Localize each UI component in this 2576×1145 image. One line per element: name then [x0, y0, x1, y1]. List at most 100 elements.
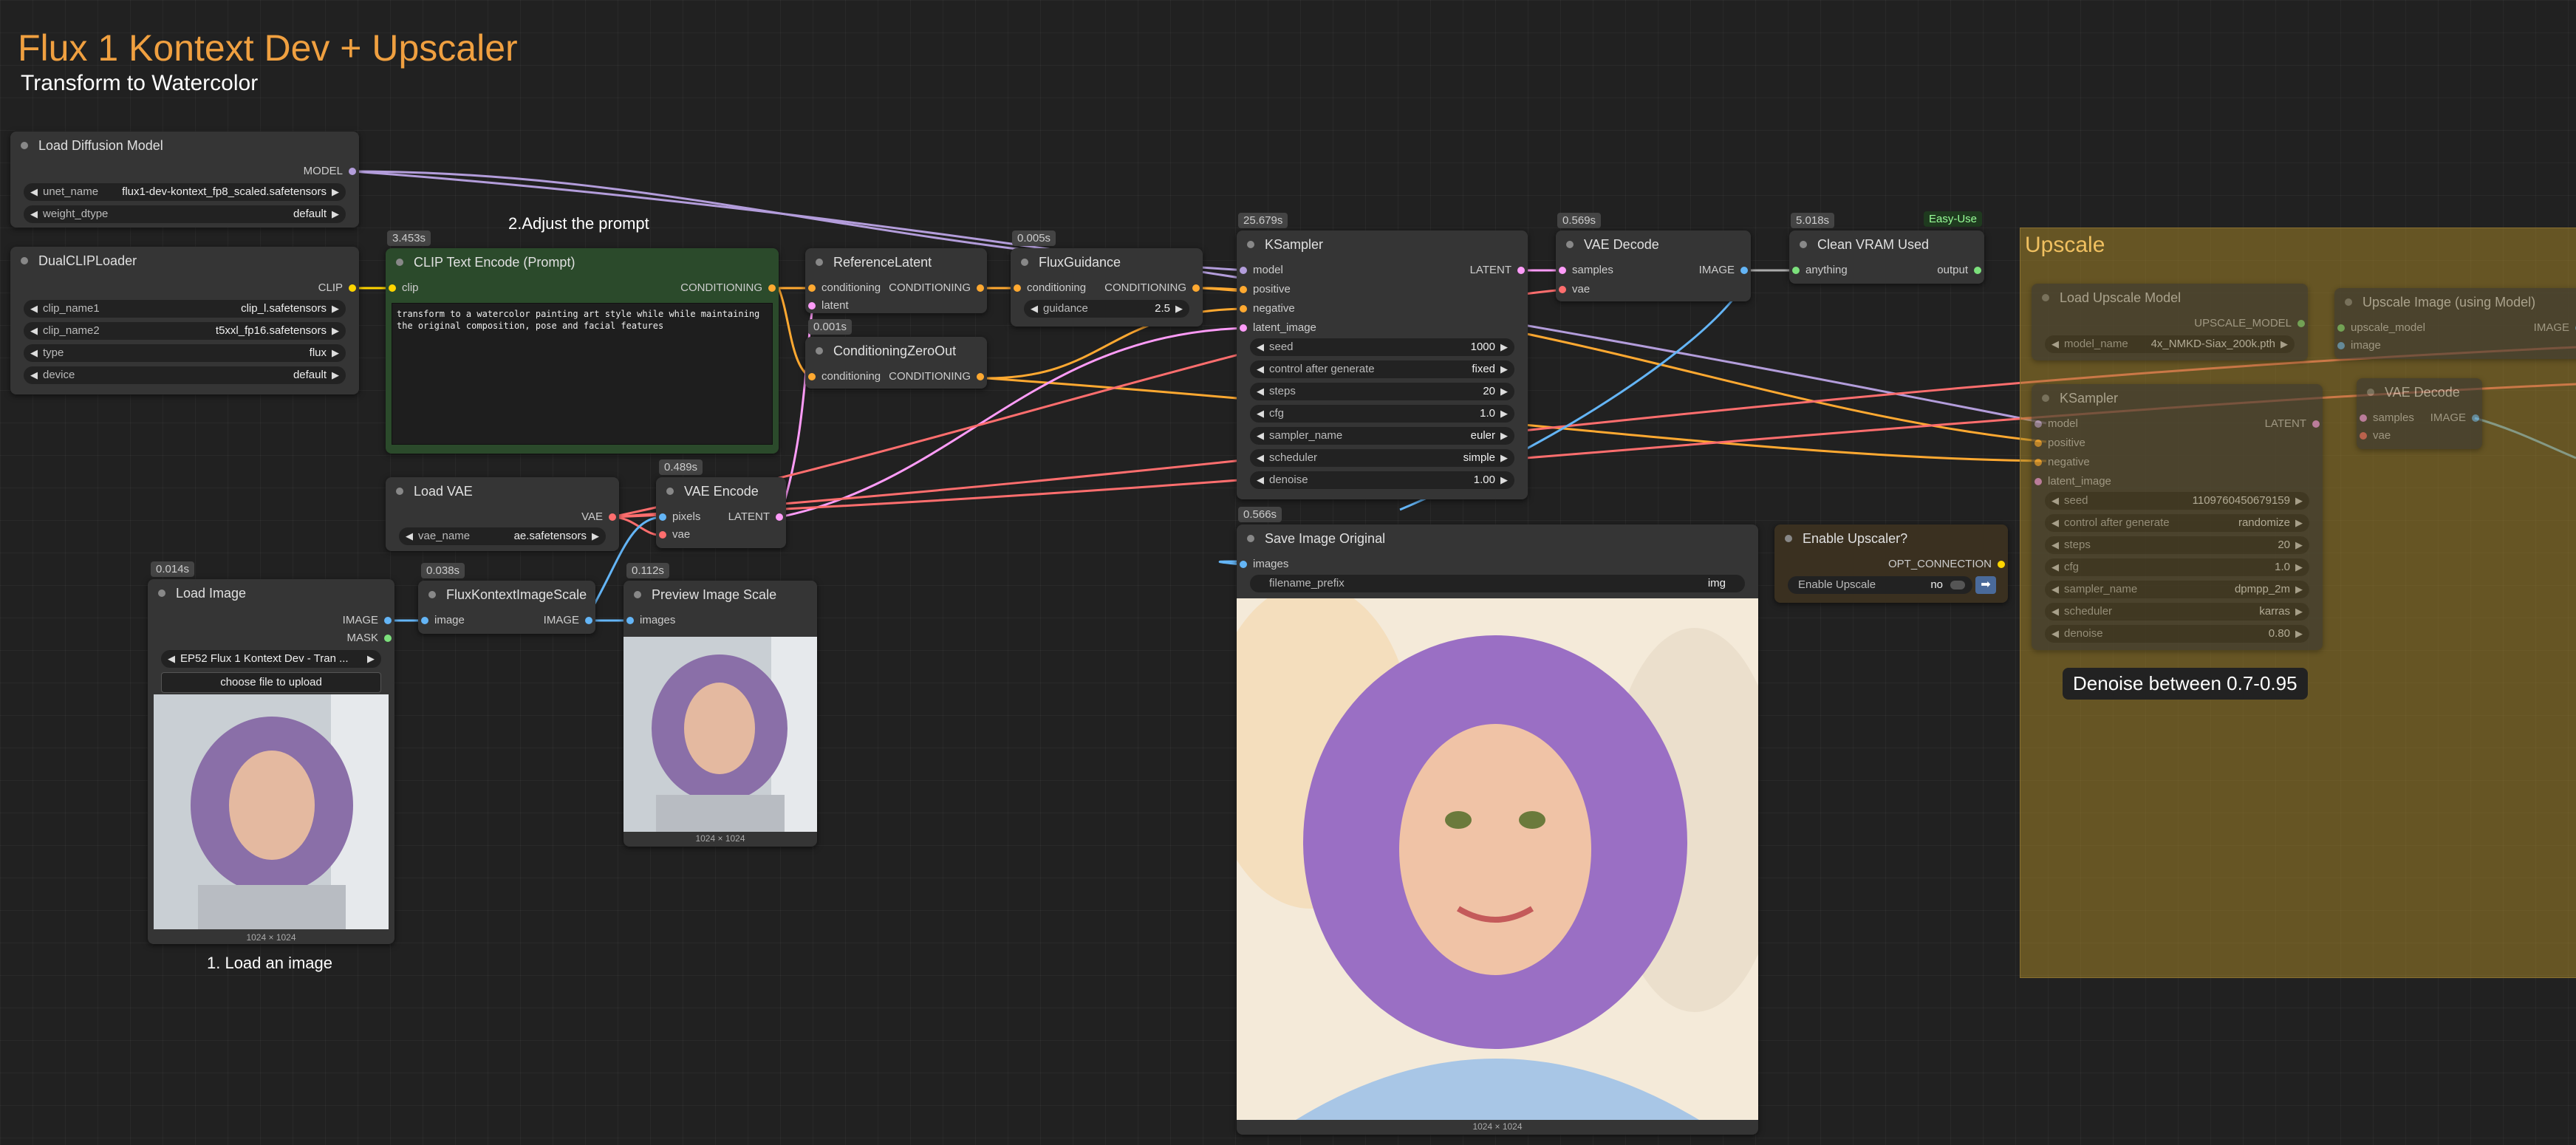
node-header[interactable]: Upscale Image (using Model)	[2334, 288, 2576, 316]
arrow-right-icon[interactable]: ▶	[332, 205, 339, 223]
node-load-image[interactable]: Load Image IMAGE MASK ◀ EP52 Flux 1 Konte…	[148, 579, 394, 944]
arrow-left-icon[interactable]: ◀	[30, 344, 38, 362]
port-dot-icon[interactable]	[1240, 305, 1247, 312]
port-dot-icon[interactable]	[2360, 414, 2367, 422]
output-image[interactable]: IMAGE	[2430, 411, 2482, 425]
widget-seed[interactable]: ◀ seed 1000 ▶	[1250, 338, 1514, 356]
arrow-right-icon[interactable]: ▶	[592, 527, 599, 545]
arrow-left-icon[interactable]: ◀	[30, 300, 38, 318]
port-dot-icon[interactable]	[349, 168, 356, 175]
collapse-dot-icon[interactable]	[396, 488, 403, 495]
node-dualcliploader[interactable]: DualCLIPLoader CLIP ◀ clip_name1 clip_l.sa…	[10, 247, 359, 394]
input-images[interactable]: images	[1237, 557, 1288, 572]
port-dot-icon[interactable]	[1974, 267, 1981, 274]
port-dot-icon[interactable]	[2297, 320, 2305, 327]
node-header[interactable]: ConditioningZeroOut	[805, 337, 987, 365]
port-dot-icon[interactable]	[808, 302, 816, 310]
port-dot-icon[interactable]	[1517, 267, 1525, 274]
port-dot-icon[interactable]	[609, 513, 616, 521]
arrow-right-icon[interactable]: ▶	[1175, 300, 1183, 318]
widget-cfg[interactable]: ◀ cfg 1.0 ▶	[2045, 558, 2309, 576]
widget-scheduler[interactable]: ◀ scheduler karras ▶	[2045, 603, 2309, 621]
port-dot-icon[interactable]	[659, 513, 666, 521]
collapse-dot-icon[interactable]	[21, 142, 28, 149]
port-dot-icon[interactable]	[768, 284, 776, 292]
node-header[interactable]: VAE Encode	[656, 477, 786, 505]
widget-sampler-name[interactable]: ◀ sampler_name euler ▶	[1250, 427, 1514, 445]
node-flux-kontext-image-scale[interactable]: FluxKontextImageScale image IMAGE	[418, 581, 595, 634]
port-dot-icon[interactable]	[349, 284, 356, 292]
output-latent[interactable]: LATENT	[2265, 417, 2323, 431]
output-clip[interactable]: CLIP	[318, 281, 359, 295]
arrow-left-icon[interactable]: ◀	[2051, 581, 2059, 598]
node-header[interactable]: KSampler	[2032, 384, 2323, 412]
node-enable-upscaler[interactable]: Enable Upscaler? OPT_CONNECTION Enable U…	[1774, 524, 2008, 603]
port-dot-icon[interactable]	[1998, 561, 2005, 568]
collapse-dot-icon[interactable]	[2042, 394, 2049, 402]
input-images[interactable]: images	[623, 613, 675, 628]
widget-guidance[interactable]: ◀ guidance 2.5 ▶	[1024, 300, 1189, 318]
arrow-right-icon[interactable]: ▶	[332, 366, 339, 384]
node-header[interactable]: Enable Upscaler?	[1774, 524, 2008, 553]
node-load-upscale-model[interactable]: Load Upscale Model UPSCALE_MODEL ◀ model_…	[2032, 284, 2308, 360]
input-conditioning[interactable]: conditioning	[1011, 281, 1086, 295]
arrow-right-icon[interactable]: ➡	[1975, 576, 1996, 594]
collapse-dot-icon[interactable]	[158, 589, 165, 597]
input-upscale-model[interactable]: upscale_model	[2334, 321, 2425, 335]
node-header[interactable]: Load Upscale Model	[2032, 284, 2308, 312]
collapse-dot-icon[interactable]	[1247, 241, 1254, 248]
port-dot-icon[interactable]	[2035, 420, 2042, 428]
collapse-dot-icon[interactable]	[396, 259, 403, 266]
output-upscale-model[interactable]: UPSCALE_MODEL	[2194, 316, 2308, 331]
collapse-dot-icon[interactable]	[816, 259, 823, 266]
arrow-right-icon[interactable]: ▶	[332, 300, 339, 318]
node-vae-encode[interactable]: VAE Encode pixels LATENT vae	[656, 477, 786, 548]
widget-enable-upscale[interactable]: Enable Upscale no	[1788, 576, 1972, 594]
node-save-image-original[interactable]: Save Image Original images filename_pref…	[1237, 524, 1758, 1135]
arrow-left-icon[interactable]: ◀	[2051, 603, 2059, 621]
node-clean-vram-used[interactable]: Clean VRAM Used anything output	[1789, 230, 1984, 284]
port-dot-icon[interactable]	[2337, 324, 2345, 332]
arrow-left-icon[interactable]: ◀	[2051, 492, 2059, 510]
arrow-left-icon[interactable]: ◀	[1257, 449, 1264, 467]
input-vae[interactable]: vae	[656, 527, 690, 542]
arrow-right-icon[interactable]: ▶	[1500, 383, 1508, 400]
node-ksampler-upscale[interactable]: KSampler model LATENT positive negative …	[2032, 384, 2323, 650]
node-header[interactable]: FluxGuidance	[1011, 248, 1203, 276]
port-dot-icon[interactable]	[626, 617, 634, 624]
node-header[interactable]: ReferenceLatent	[805, 248, 987, 276]
port-dot-icon[interactable]	[1559, 286, 1566, 293]
input-vae[interactable]: vae	[2357, 428, 2391, 443]
arrow-left-icon[interactable]: ◀	[2051, 558, 2059, 576]
arrow-right-icon[interactable]: ▶	[2295, 603, 2303, 621]
arrow-left-icon[interactable]: ◀	[30, 366, 38, 384]
collapse-dot-icon[interactable]	[2042, 294, 2049, 301]
widget-unet-name[interactable]: ◀ unet_name flux1-dev-kontext_fp8_scaled.s…	[24, 183, 346, 201]
input-image[interactable]: image	[418, 613, 465, 628]
arrow-left-icon[interactable]: ◀	[1257, 338, 1264, 356]
arrow-right-icon[interactable]: ▶	[2295, 514, 2303, 532]
arrow-right-icon[interactable]: ▶	[1500, 405, 1508, 423]
node-header[interactable]: Load Image	[148, 579, 394, 607]
node-header[interactable]: DualCLIPLoader	[10, 247, 359, 275]
input-positive[interactable]: positive	[1237, 282, 1291, 297]
port-dot-icon[interactable]	[1740, 267, 1748, 274]
collapse-dot-icon[interactable]	[428, 591, 436, 598]
node-header[interactable]: Load VAE	[386, 477, 619, 505]
arrow-left-icon[interactable]: ◀	[2051, 335, 2059, 353]
output-conditioning[interactable]: CONDITIONING	[889, 369, 987, 384]
toggle-icon[interactable]	[1950, 581, 1965, 589]
node-preview-image-scale[interactable]: Preview Image Scale images 1024 × 1024	[623, 581, 817, 847]
widget-type[interactable]: ◀ type flux ▶	[24, 344, 346, 362]
arrow-right-icon[interactable]: ▶	[332, 183, 339, 201]
input-conditioning[interactable]: conditioning	[805, 369, 881, 384]
node-header[interactable]: Save Image Original	[1237, 524, 1758, 553]
widget-filename-prefix[interactable]: filename_prefix img	[1250, 575, 1745, 592]
widget-control-after-generate[interactable]: ◀ control after generate fixed ▶	[1250, 360, 1514, 378]
node-header[interactable]: FluxKontextImageScale	[418, 581, 595, 609]
port-dot-icon[interactable]	[2035, 440, 2042, 447]
arrow-left-icon[interactable]: ◀	[1031, 300, 1038, 318]
port-dot-icon[interactable]	[659, 531, 666, 539]
arrow-left-icon[interactable]: ◀	[1257, 383, 1264, 400]
arrow-left-icon[interactable]: ◀	[30, 322, 38, 340]
